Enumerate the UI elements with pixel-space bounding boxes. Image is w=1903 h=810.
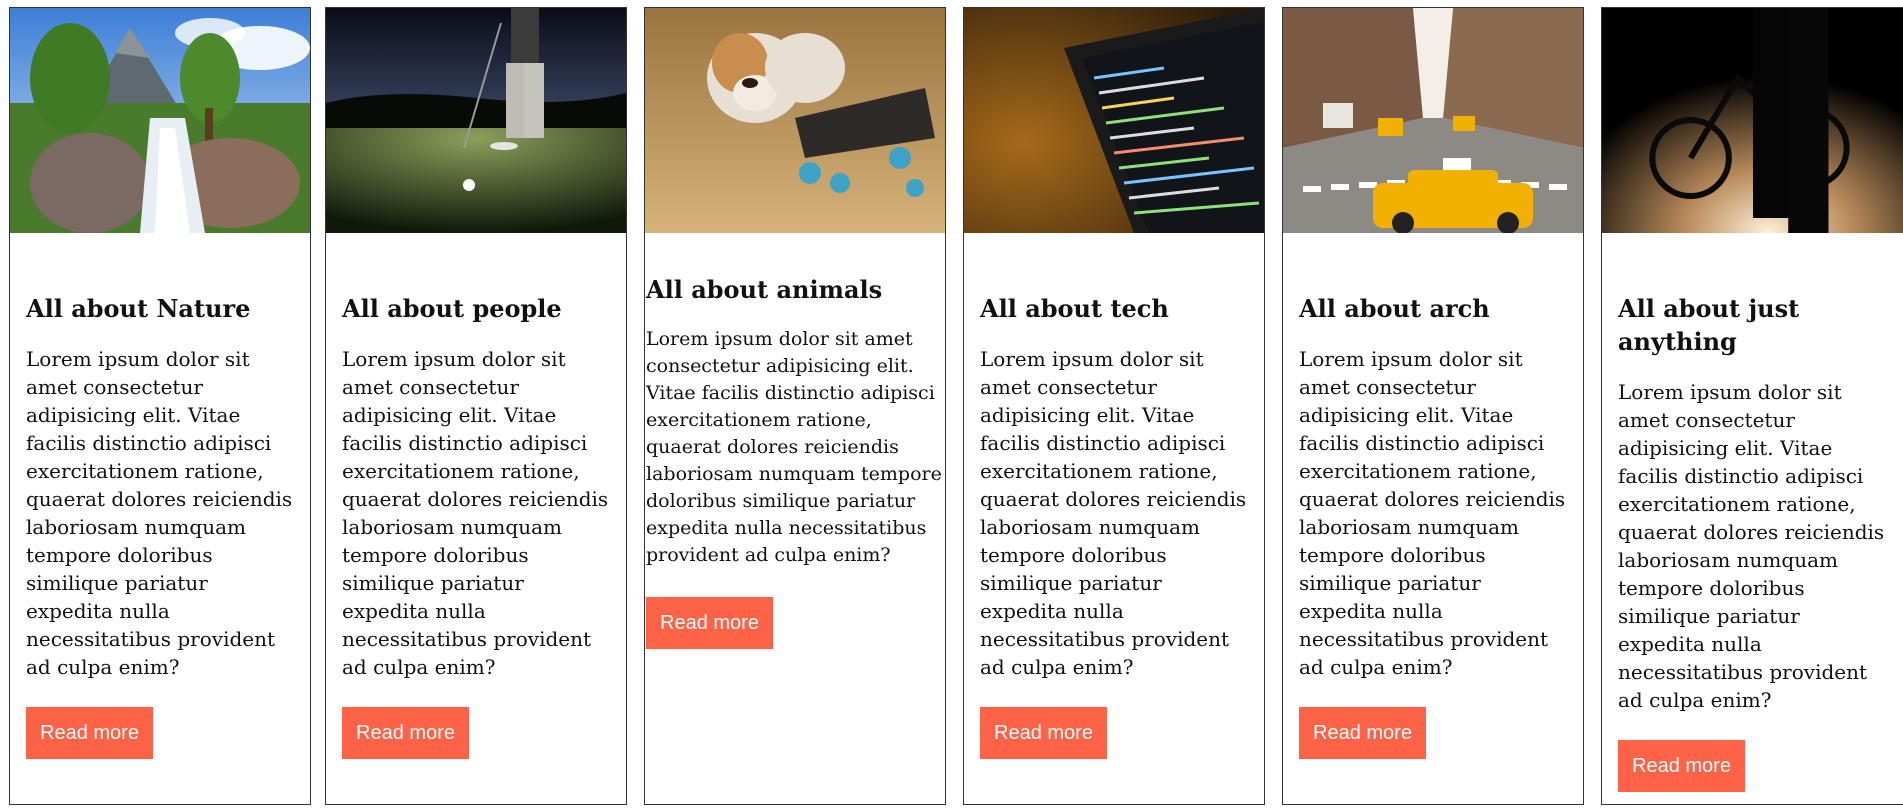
card-text: Lorem ipsum dolor sit amet consectetur a… [26, 347, 293, 679]
card-nature: All about Nature Lorem ipsum dolor sit a… [9, 7, 311, 805]
card-title: All about arch [1299, 294, 1490, 323]
read-more-button[interactable]: Read more [1299, 707, 1426, 759]
card-image-tech [964, 8, 1264, 233]
card-image-animals [645, 8, 945, 233]
card-anything: All about just anything Lorem ipsum dolo… [1601, 7, 1903, 805]
card-title: All about just anything [1618, 294, 1800, 356]
card-image-nature [10, 8, 310, 233]
card-arch: All about arch Lorem ipsum dolor sit ame… [1282, 7, 1584, 805]
card-title: All about tech [980, 294, 1169, 323]
card-people: All about people Lorem ipsum dolor sit a… [325, 7, 627, 805]
card-title: All about people [342, 294, 562, 323]
card-image-anything [1602, 8, 1903, 233]
card-title: All about animals [646, 275, 883, 304]
card-text: Lorem ipsum dolor sit amet consectetur a… [980, 347, 1247, 679]
card-text: Lorem ipsum dolor sit amet consectetur a… [342, 347, 609, 679]
card-text: Lorem ipsum dolor sit amet consectetur a… [1618, 380, 1885, 712]
card-animals: All about animals Lorem ipsum dolor sit … [644, 7, 946, 805]
card-text: Lorem ipsum dolor sit amet consectetur a… [646, 328, 942, 566]
card-image-arch [1283, 8, 1583, 233]
read-more-button[interactable]: Read more [26, 707, 153, 759]
card-text: Lorem ipsum dolor sit amet consectetur a… [1299, 347, 1566, 679]
card-tech: All about tech Lorem ipsum dolor sit ame… [963, 7, 1265, 805]
card-title: All about Nature [26, 294, 251, 323]
read-more-button[interactable]: Read more [342, 707, 469, 759]
read-more-button[interactable]: Read more [1618, 740, 1745, 792]
card-image-people [326, 8, 626, 233]
read-more-button[interactable]: Read more [646, 597, 773, 649]
read-more-button[interactable]: Read more [980, 707, 1107, 759]
